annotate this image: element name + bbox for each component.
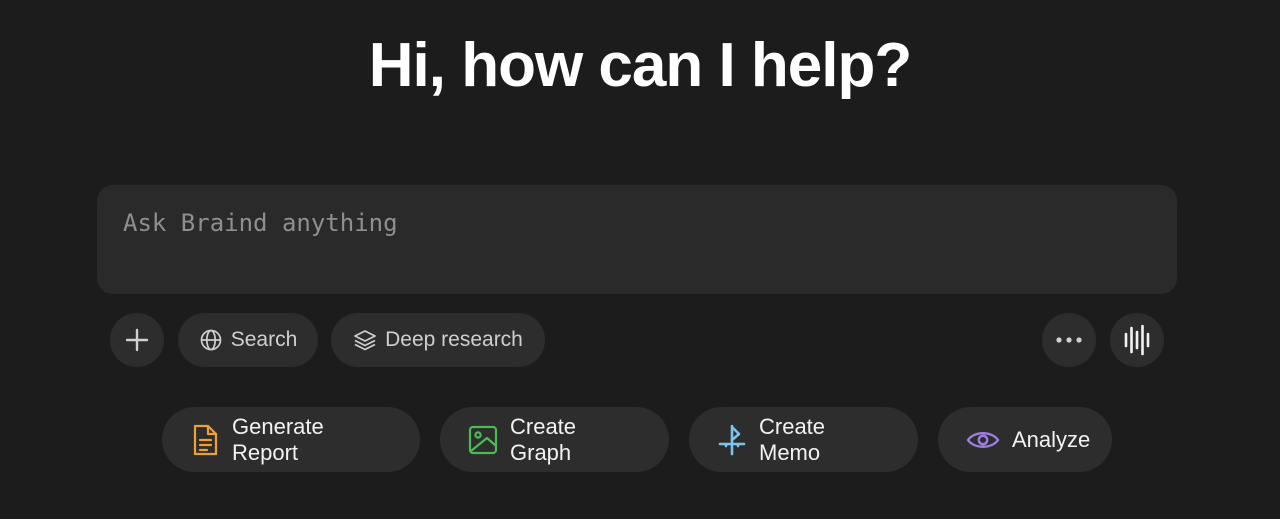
plus-icon xyxy=(124,327,150,353)
create-memo-button[interactable]: Create Memo xyxy=(689,407,918,472)
globe-icon xyxy=(199,328,223,352)
more-options-button[interactable] xyxy=(1042,313,1096,367)
memo-icon xyxy=(717,424,747,456)
eye-icon xyxy=(966,428,1000,452)
image-icon xyxy=(468,425,498,455)
prompt-box[interactable] xyxy=(97,185,1177,294)
analyze-button[interactable]: Analyze xyxy=(938,407,1112,472)
page-title: Hi, how can I help? xyxy=(368,31,912,100)
generate-report-button[interactable]: Generate Report xyxy=(162,407,420,472)
prompt-input[interactable] xyxy=(97,185,1177,294)
analyze-label: Analyze xyxy=(1012,426,1091,452)
ellipsis-icon xyxy=(1055,336,1083,344)
search-label: Search xyxy=(230,328,298,351)
generate-report-label: Generate Report xyxy=(232,413,324,465)
voice-button[interactable] xyxy=(1110,313,1164,367)
document-icon xyxy=(190,424,220,456)
layers-icon xyxy=(353,328,377,352)
create-graph-button[interactable]: Create Graph xyxy=(440,407,669,472)
home-page: Hi, how can I help? Search xyxy=(0,0,1280,519)
create-graph-label: Create Graph xyxy=(510,413,577,465)
voice-waveform-icon xyxy=(1123,324,1151,356)
search-button[interactable]: Search xyxy=(178,313,318,367)
deep-research-button[interactable]: Deep research xyxy=(331,313,545,367)
deep-research-label: Deep research xyxy=(385,328,523,351)
create-memo-label: Create Memo xyxy=(759,413,826,465)
add-button[interactable] xyxy=(110,313,164,367)
